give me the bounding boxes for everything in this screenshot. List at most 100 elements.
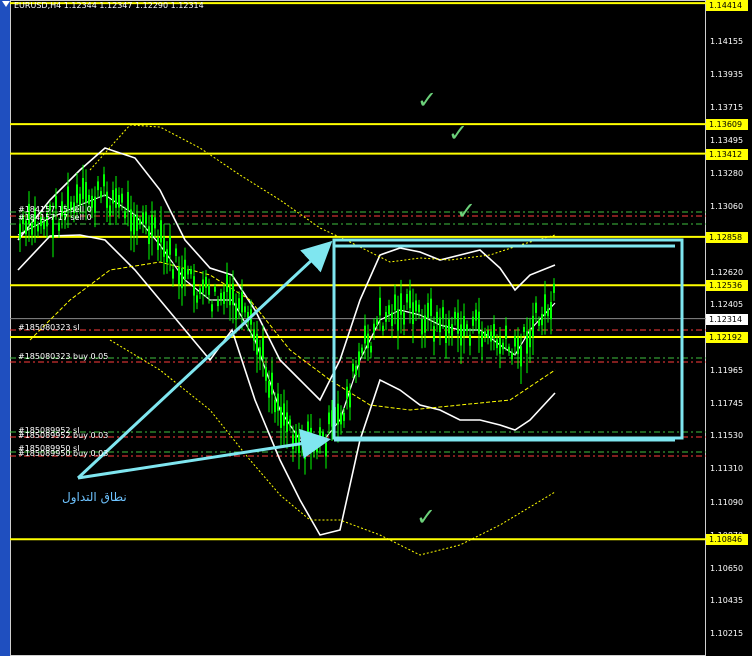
order-label[interactable]: #185080323 sl [18, 323, 79, 332]
order-label[interactable]: #185089950 buy 0.03 [18, 449, 108, 458]
price-tick-label: 1.10435 [710, 595, 744, 605]
candle-body [496, 339, 498, 349]
candle-body [202, 279, 204, 293]
candle-body [229, 287, 231, 306]
level-price-label: 1.13412 [706, 148, 748, 160]
price-axis[interactable] [706, 0, 752, 656]
candle-body [286, 412, 288, 432]
candle-body [325, 442, 327, 457]
price-tick-label: 1.11530 [710, 431, 744, 441]
candle-body [427, 302, 429, 318]
candle-body [346, 386, 348, 399]
candle-body [385, 312, 387, 322]
candle-body [328, 412, 330, 425]
horizontal-levels [10, 2, 706, 541]
candle-body [31, 222, 33, 235]
candle-body [181, 268, 183, 289]
candle-body [307, 421, 309, 433]
level-price-label: 1.12858 [706, 231, 748, 243]
candle-body [271, 372, 273, 395]
candle-body [364, 325, 366, 344]
candle-body [154, 217, 156, 229]
candle-body [382, 325, 384, 332]
candle-body [235, 303, 237, 320]
candle-body [322, 432, 324, 438]
candle-body [85, 182, 87, 203]
candle-body [190, 269, 192, 275]
candle-body [544, 294, 546, 316]
candle-body [136, 214, 138, 231]
candle-body [445, 325, 447, 343]
candle-body [172, 269, 174, 279]
symbol-label: EURUSD,H4 [14, 1, 62, 10]
level-price-label: 1.12536 [706, 280, 748, 292]
candle-body [169, 236, 171, 255]
candle-body [535, 302, 537, 313]
candle-body [178, 267, 180, 285]
candle-body [196, 295, 198, 303]
range-box [332, 238, 684, 440]
candle-body [367, 333, 369, 349]
price-tick-label: 1.13935 [710, 70, 744, 80]
candle-body [106, 191, 108, 208]
candle-body [520, 346, 522, 367]
candle-body [187, 269, 189, 275]
candle-body [76, 184, 78, 203]
candle-body [409, 290, 411, 309]
candle-body [523, 326, 525, 332]
candle-body [406, 294, 408, 303]
candle-body [265, 367, 267, 381]
candle-body [370, 345, 372, 353]
candle-body [508, 346, 510, 352]
candle-body [430, 298, 432, 316]
candle-body [112, 190, 114, 204]
candle-body [541, 313, 543, 326]
price-tick-label: 1.14155 [710, 37, 744, 47]
candle-body [349, 392, 351, 408]
candle-body [148, 226, 150, 245]
candle-body [244, 306, 246, 313]
candle-body [139, 219, 141, 225]
candle-body [493, 324, 495, 339]
candle-body [463, 315, 465, 336]
candle-body [223, 291, 225, 304]
candle-body [373, 323, 375, 333]
order-label[interactable]: #184157 17 sell 0 [18, 213, 92, 222]
candle-body [79, 193, 81, 205]
candle-body [100, 191, 102, 198]
candle-body [397, 309, 399, 331]
order-label[interactable]: #185080323 buy 0.05 [18, 352, 108, 361]
candle-body [343, 412, 345, 421]
candle-body [514, 336, 516, 347]
candle-body [205, 276, 207, 288]
candle-body [268, 380, 270, 398]
candle-body [358, 351, 360, 366]
candle-body [532, 315, 534, 337]
checkmark-icon: ✓ [456, 197, 477, 225]
price-chart[interactable] [10, 0, 706, 656]
candle-body [289, 419, 291, 426]
order-label[interactable]: #185089952 buy 0.03 [18, 431, 108, 440]
candle-body [502, 342, 504, 350]
candle-body [43, 221, 45, 230]
candle-body [166, 249, 168, 263]
candle-body [121, 193, 123, 203]
collapse-arrow-icon[interactable] [2, 1, 10, 7]
candle-body [37, 225, 39, 232]
candle-body [292, 434, 294, 450]
candle-body [313, 443, 315, 452]
candle-body [97, 181, 99, 191]
chart-window[interactable]: 1.143751.141551.139351.137151.134951.132… [0, 0, 752, 656]
candle-body [262, 338, 264, 359]
candle-body [295, 431, 297, 443]
checkmark-icon: ✓ [416, 503, 437, 531]
candle-body [442, 307, 444, 319]
candle-body [277, 393, 279, 411]
candle-body [415, 300, 417, 312]
candle-body [274, 400, 276, 413]
candle-body [337, 403, 339, 425]
candle-body [547, 308, 549, 317]
candle-body [199, 288, 201, 294]
candle-body [361, 347, 363, 353]
chart-title: EURUSD,H4 1.12344 1.12347 1.12290 1.1231… [14, 1, 204, 10]
